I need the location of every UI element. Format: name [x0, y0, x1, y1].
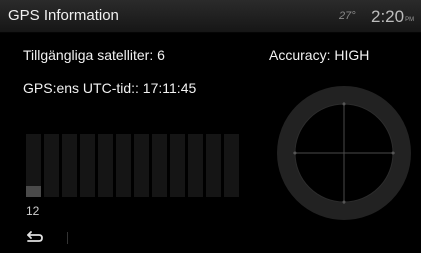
clock-time: 2:20	[371, 7, 405, 26]
signal-bar	[224, 134, 239, 197]
signal-bar	[206, 134, 221, 197]
signal-bar	[98, 134, 113, 197]
page-title: GPS Information	[8, 7, 119, 24]
back-arrow-icon	[27, 231, 43, 242]
clock-suffix: PM	[405, 17, 415, 23]
signal-bar	[152, 134, 167, 197]
compass-crosshair-icon	[277, 86, 411, 220]
signal-bar	[62, 134, 77, 197]
signal-bar	[116, 134, 131, 197]
back-button[interactable]	[24, 229, 46, 247]
signal-bar	[170, 134, 185, 197]
signal-bar	[44, 134, 59, 197]
satellites-available-label: Tillgängliga satelliter: 6	[23, 47, 165, 63]
gps-utc-time-label: GPS:ens UTC-tid:: 17:11:45	[23, 80, 197, 96]
clock: 2:20PM	[371, 7, 414, 27]
signal-bar	[26, 134, 41, 197]
footer-divider	[67, 232, 68, 244]
title-bar: GPS Information 27° 2:20PM	[0, 0, 421, 33]
satellite-bar-count: 12	[26, 204, 40, 218]
satellite-signal-bars	[26, 134, 251, 197]
accuracy-label: Accuracy: HIGH	[269, 47, 370, 63]
temperature-readout: 27°	[339, 10, 356, 22]
signal-bar	[134, 134, 149, 197]
signal-bar	[188, 134, 203, 197]
signal-bar	[80, 134, 95, 197]
signal-bar-fill	[26, 186, 41, 197]
gps-information-screen: GPS Information 27° 2:20PM Tillgängliga …	[0, 0, 421, 253]
